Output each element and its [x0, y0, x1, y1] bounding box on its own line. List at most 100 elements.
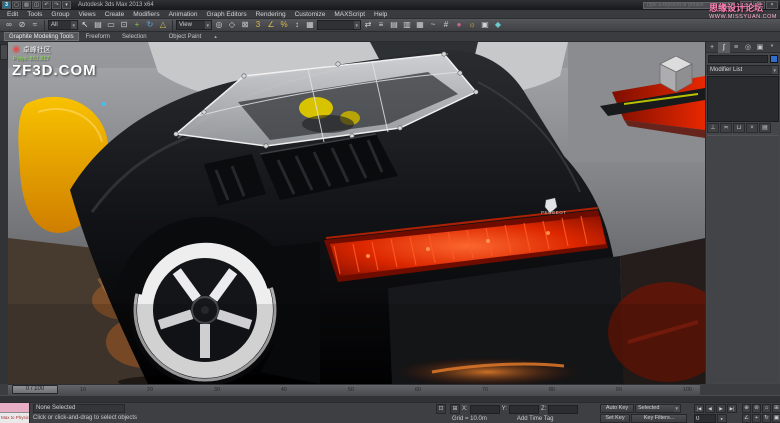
macro-recorder-pane[interactable] — [0, 403, 29, 413]
minimize-button[interactable]: ─ — [740, 1, 752, 9]
select-and-rotate-button[interactable]: ↻ — [144, 19, 156, 31]
spinner-snap-button[interactable]: ↕ — [291, 19, 303, 31]
select-and-scale-button[interactable]: △ — [157, 19, 169, 31]
keyboard-override-button[interactable]: ⊠ — [239, 19, 251, 31]
curve-editor-button[interactable]: ~ — [427, 19, 439, 31]
zoom-extents-button[interactable]: ⌂ — [762, 404, 771, 413]
y-coordinate-field[interactable] — [509, 404, 540, 414]
angle-snap-button[interactable]: ∠ — [265, 19, 277, 31]
add-time-tag[interactable]: Add Time Tag — [517, 416, 554, 422]
new-scene-button[interactable]: ▢ — [12, 1, 21, 9]
scene-explorer-button[interactable]: ▤ — [388, 19, 400, 31]
use-pivot-center-button[interactable]: ◎ — [213, 19, 225, 31]
undo-button[interactable]: ↶ — [42, 1, 51, 9]
menu-item[interactable]: Customize — [295, 11, 326, 18]
perspective-viewport[interactable]: PEUGEOT ◉ 卓峰社区 Polys: 851,617 ZF3D.COM — [8, 42, 705, 384]
menu-item[interactable]: Views — [78, 11, 95, 18]
percent-snap-button[interactable]: % — [278, 19, 290, 31]
remove-modifier-button[interactable]: × — [746, 123, 758, 133]
go-to-end-button[interactable]: ▶| — [727, 404, 737, 413]
bind-to-space-warp-button[interactable]: ≈ — [29, 19, 41, 31]
render-production-button[interactable]: ◆ — [492, 19, 504, 31]
material-editor-button[interactable]: ● — [453, 19, 465, 31]
select-and-manipulate-button[interactable]: ◇ — [226, 19, 238, 31]
menu-item[interactable]: Modifiers — [133, 11, 159, 18]
selection-region-button[interactable]: ▭ — [105, 19, 117, 31]
object-name-field[interactable] — [708, 55, 768, 63]
ribbon-collapse-button[interactable]: ▴ — [214, 34, 217, 40]
zoom-button[interactable]: ⊕ — [742, 404, 751, 413]
motion-tab[interactable]: ◎ — [742, 42, 754, 53]
menu-item[interactable]: Tools — [27, 11, 42, 18]
absolute-mode-toggle[interactable]: ⊞ — [450, 404, 460, 414]
project-folder-button[interactable]: ▾ — [62, 1, 71, 9]
open-file-button[interactable]: ▧ — [22, 1, 31, 9]
menu-item[interactable]: Group — [51, 11, 69, 18]
create-tab[interactable]: + — [706, 42, 718, 53]
mirror-button[interactable]: ⇄ — [362, 19, 374, 31]
select-by-name-button[interactable]: ▤ — [92, 19, 104, 31]
ribbon-tab-object-paint[interactable]: Object Paint — [164, 32, 207, 41]
pan-view-button[interactable]: + — [752, 414, 761, 423]
hierarchy-tab[interactable]: ≡ — [730, 42, 742, 53]
selection-filter-dropdown[interactable]: All ▼ — [48, 20, 78, 30]
save-file-button[interactable]: ◫ — [32, 1, 41, 9]
schematic-view-button[interactable]: # — [440, 19, 452, 31]
viewport-layout-tab[interactable] — [0, 44, 8, 60]
select-object-button[interactable]: ↖ — [79, 19, 91, 31]
utilities-tab[interactable]: * — [766, 42, 778, 53]
redo-button[interactable]: ↷ — [52, 1, 61, 9]
unlink-selection-button[interactable]: ⊘ — [16, 19, 28, 31]
reference-coordinate-dropdown[interactable]: View ▼ — [176, 20, 212, 30]
time-ruler[interactable]: 0102030405060708090100 — [8, 384, 700, 395]
ribbon-toggle-button[interactable]: ▦ — [414, 19, 426, 31]
layer-manager-button[interactable]: ▥ — [401, 19, 413, 31]
viewport-layout-tabs[interactable] — [0, 42, 8, 384]
key-mode-dropdown[interactable]: Selected ▼ — [635, 404, 681, 413]
maxscript-mini-listener[interactable]: Max to Physics On — [0, 403, 30, 423]
menu-item[interactable]: Help — [374, 11, 387, 18]
select-and-link-button[interactable]: ∞ — [3, 19, 15, 31]
play-animation-button[interactable]: ▶ — [716, 404, 726, 413]
object-color-swatch[interactable] — [770, 55, 778, 63]
go-to-start-button[interactable]: |◀ — [694, 404, 704, 413]
named-selection-sets-dropdown[interactable]: ▼ — [317, 20, 361, 30]
selection-lock-toggle[interactable]: ⊡ — [436, 404, 446, 414]
modifier-stack[interactable] — [707, 76, 779, 122]
menu-item[interactable]: Create — [105, 11, 125, 18]
maximize-button[interactable]: ☐ — [753, 1, 765, 9]
set-key-button[interactable]: Set Key — [600, 414, 630, 423]
z-coordinate-field[interactable] — [548, 404, 579, 414]
ribbon-tab[interactable]: Graphite Modeling Tools — [4, 32, 79, 41]
app-button[interactable]: 3 — [2, 1, 11, 9]
menu-item[interactable]: MAXScript — [334, 11, 365, 18]
auto-key-button[interactable]: Auto Key — [600, 404, 634, 413]
rendered-frame-button[interactable]: ▣ — [479, 19, 491, 31]
edit-named-sets-button[interactable]: ▦ — [304, 19, 316, 31]
previous-frame-button[interactable]: ◀ — [705, 404, 715, 413]
pin-stack-button[interactable]: ⊥ — [707, 123, 719, 133]
display-tab[interactable]: ▣ — [754, 42, 766, 53]
modifier-list-dropdown[interactable]: Modifier List ▼ — [707, 65, 779, 75]
key-filters-button[interactable]: Key Filters... — [631, 414, 687, 423]
x-coordinate-field[interactable] — [469, 404, 500, 414]
modify-tab[interactable]: ∫ — [718, 42, 730, 53]
search-input[interactable] — [643, 1, 735, 9]
time-slider[interactable]: 0 / 100 — [12, 385, 58, 394]
listener-pane[interactable]: Max to Physics On — [0, 413, 29, 423]
snaps-toggle-button[interactable]: 3 — [252, 19, 264, 31]
window-crossing-button[interactable]: ⊡ — [118, 19, 130, 31]
zoom-extents-all-button[interactable]: ⊞ — [772, 404, 780, 413]
menu-item[interactable]: Graph Editors — [207, 11, 247, 18]
field-of-view-button[interactable]: ∠ — [742, 414, 751, 423]
ribbon-tab[interactable]: Freeform — [81, 32, 115, 41]
current-frame-field[interactable] — [694, 414, 716, 423]
menu-item[interactable]: Rendering — [256, 11, 286, 18]
time-configuration-button[interactable]: ▸ — [717, 414, 727, 423]
zoom-all-button[interactable]: ⊚ — [752, 404, 761, 413]
configure-modifier-sets-button[interactable]: ▤ — [759, 123, 771, 133]
align-button[interactable]: ≡ — [375, 19, 387, 31]
menu-item[interactable]: Edit — [7, 11, 18, 18]
make-unique-button[interactable]: ⊔ — [733, 123, 745, 133]
maximize-viewport-button[interactable]: ▣ — [772, 414, 780, 423]
